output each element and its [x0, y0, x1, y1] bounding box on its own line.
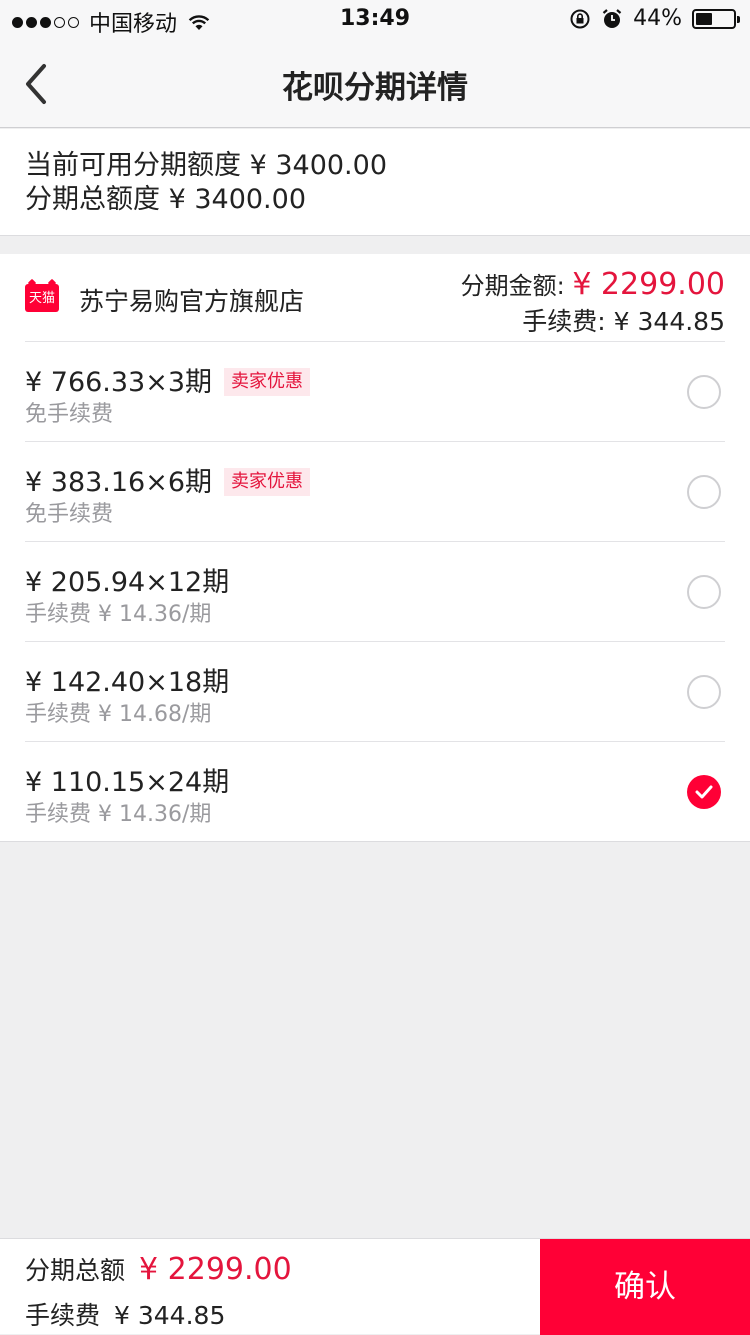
battery-icon: [692, 8, 740, 29]
installment-option-3[interactable]: ¥ 766.33×3期 卖家优惠 免手续费: [25, 342, 725, 442]
installment-option-12[interactable]: ¥ 205.94×12期 手续费 ¥ 14.36/期: [25, 542, 725, 642]
footer-fee: 手续费 ¥ 344.85: [25, 1296, 225, 1332]
footer-total: 分期总额 ¥ 2299.00: [25, 1251, 292, 1287]
option-fee: 手续费 ¥ 14.68/期: [25, 702, 212, 727]
option-price: ¥ 766.33×3期: [25, 367, 213, 398]
confirm-button[interactable]: 确认: [540, 1239, 750, 1335]
battery-fill: [696, 12, 712, 25]
store-row: 天猫 苏宁易购官方旗舰店 分期金额: ¥ 2299.00 手续费: ¥ 344.…: [25, 254, 725, 342]
alarm-clock-icon: [602, 8, 622, 28]
tmall-logo-icon: 天猫: [25, 284, 59, 312]
page-title: 花呗分期详情: [282, 70, 468, 106]
installment-amount-value: ¥ 2299.00: [572, 267, 725, 302]
status-bar: 中国移动 13:49 44%: [0, 0, 750, 40]
store-name: 苏宁易购官方旗舰店: [79, 287, 305, 316]
installment-amount-label: 分期金额:: [460, 272, 565, 300]
radio-button[interactable]: [687, 375, 721, 409]
installment-plan-card: 天猫 苏宁易购官方旗舰店 分期金额: ¥ 2299.00 手续费: ¥ 344.…: [0, 254, 750, 842]
rotation-lock-icon: [570, 9, 590, 28]
handling-fee-summary: 手续费: ¥ 344.85: [522, 307, 725, 336]
footer-total-label: 分期总额: [25, 1256, 126, 1285]
radio-button[interactable]: [687, 675, 721, 709]
total-quota-text: 分期总额度 ¥ 3400.00: [25, 184, 306, 215]
status-right-group: 44%: [569, 6, 740, 31]
option-price: ¥ 142.40×18期: [25, 667, 230, 698]
option-fee: 免手续费: [25, 502, 114, 527]
installment-option-6[interactable]: ¥ 383.16×6期 卖家优惠 免手续费: [25, 442, 725, 542]
footer-total-value: ¥ 2299.00: [139, 1252, 292, 1287]
installment-option-18[interactable]: ¥ 142.40×18期 手续费 ¥ 14.68/期: [25, 642, 725, 742]
available-quota-text: 当前可用分期额度 ¥ 3400.00: [25, 150, 387, 181]
option-fee: 手续费 ¥ 14.36/期: [25, 802, 212, 827]
checkmark-icon: [695, 785, 713, 799]
option-fee: 免手续费: [25, 402, 114, 427]
footer-fee-label: 手续费: [25, 1301, 101, 1330]
option-price: ¥ 110.15×24期: [25, 767, 230, 798]
option-price: ¥ 383.16×6期: [25, 467, 213, 498]
battery-percent: 44%: [633, 6, 682, 31]
radio-button[interactable]: [687, 475, 721, 509]
seller-discount-badge: 卖家优惠: [224, 368, 311, 396]
nav-bar: 花呗分期详情: [0, 40, 750, 128]
bottom-bar: 分期总额 ¥ 2299.00 手续费 ¥ 344.85 确认: [0, 1238, 750, 1335]
radio-button[interactable]: [687, 575, 721, 609]
option-fee: 手续费 ¥ 14.36/期: [25, 602, 212, 627]
installment-amount: 分期金额: ¥ 2299.00: [461, 266, 725, 302]
seller-discount-badge: 卖家优惠: [224, 468, 311, 496]
option-price: ¥ 205.94×12期: [25, 567, 230, 598]
footer-fee-value: ¥ 344.85: [114, 1301, 226, 1330]
installment-option-24[interactable]: ¥ 110.15×24期 手续费 ¥ 14.36/期: [25, 742, 725, 842]
quota-card: 当前可用分期额度 ¥ 3400.00 分期总额度 ¥ 3400.00: [0, 129, 750, 236]
radio-button-checked[interactable]: [687, 775, 721, 809]
